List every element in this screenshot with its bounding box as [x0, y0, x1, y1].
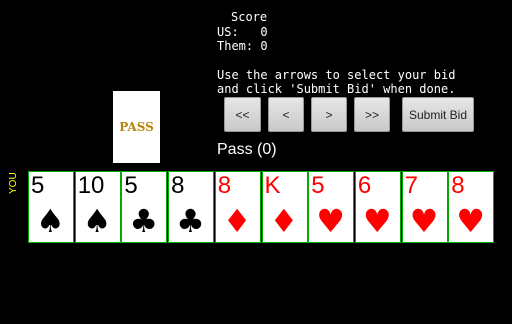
card-rank: 8	[171, 172, 185, 199]
score-them: Them: 0	[217, 39, 268, 53]
next-bid-button[interactable]: >	[311, 97, 347, 132]
hand-card[interactable]: 5 ♣	[121, 171, 168, 243]
spade-icon: ♠	[82, 202, 112, 240]
diamond-icon: ♦	[222, 202, 252, 240]
player-label: YOU	[8, 172, 19, 194]
spade-icon: ♠	[36, 202, 65, 240]
heart-icon: ♥	[456, 202, 485, 240]
card-rank: 5	[31, 172, 45, 199]
submit-bid-button[interactable]: Submit Bid	[402, 97, 474, 132]
pass-card[interactable]: PASS	[113, 91, 160, 163]
hand-card[interactable]: K ♦	[261, 171, 308, 243]
card-rank: 5	[124, 172, 138, 199]
card-rank: 8	[451, 172, 465, 199]
heart-icon: ♥	[409, 202, 439, 240]
pass-card-label: PASS	[119, 120, 154, 134]
hand-card[interactable]: 7 ♥	[401, 171, 448, 243]
current-bid-status: Pass (0)	[217, 141, 277, 158]
card-rank: 10	[77, 172, 105, 199]
hand-card[interactable]: 6 ♥	[354, 171, 401, 243]
card-rank: K	[264, 172, 281, 199]
score-title: Score	[231, 10, 268, 24]
hand-card[interactable]: 10 ♠	[74, 171, 121, 243]
heart-icon: ♥	[362, 202, 392, 240]
card-rank: 8	[217, 172, 232, 199]
hand-card[interactable]: 8 ♣	[168, 171, 215, 243]
score-us: US: 0	[217, 25, 268, 39]
club-icon: ♣	[129, 202, 159, 240]
score-them-label: Them:	[217, 39, 254, 53]
hand-card[interactable]: 5 ♥	[308, 171, 355, 243]
score-us-label: US:	[217, 25, 239, 39]
instruction-line-2: and click 'Submit Bid' when done.	[217, 82, 456, 96]
hand-card[interactable]: 5 ♠	[28, 171, 74, 243]
card-rank: 6	[357, 172, 372, 199]
first-bid-button[interactable]: <<	[224, 97, 261, 132]
score-them-value: 0	[260, 39, 268, 53]
last-bid-button[interactable]: >>	[354, 97, 390, 132]
previous-bid-button[interactable]: <	[268, 97, 304, 132]
hand-card[interactable]: 8 ♦	[214, 171, 261, 243]
instruction-line-1: Use the arrows to select your bid	[217, 68, 456, 82]
diamond-icon: ♦	[269, 202, 299, 240]
hand-card[interactable]: 8 ♥	[448, 171, 495, 243]
score-us-value: 0	[260, 25, 268, 39]
heart-icon: ♥	[316, 202, 345, 240]
card-rank: 7	[404, 172, 418, 199]
card-rank: 5	[311, 172, 325, 199]
club-icon: ♣	[176, 202, 205, 240]
